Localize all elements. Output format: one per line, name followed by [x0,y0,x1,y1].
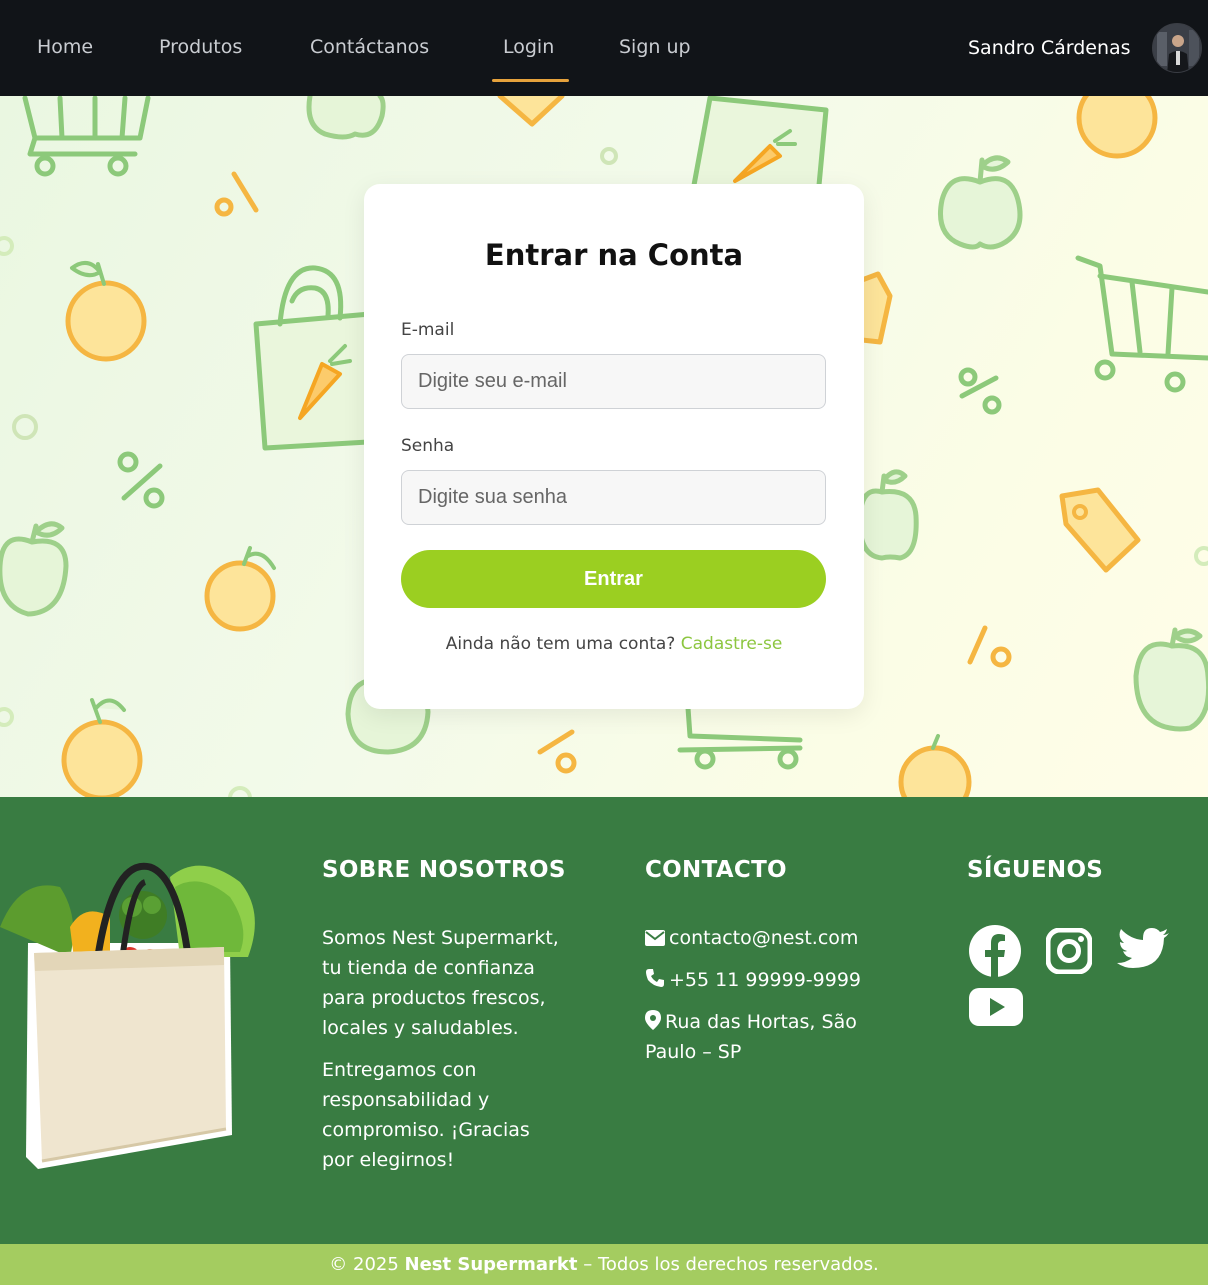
login-submit-button[interactable]: Entrar [401,550,826,608]
nav-login-link[interactable]: Login [503,32,554,62]
about-heading: SOBRE NOSOTROS [322,857,566,883]
signup-prompt-text: Ainda não tem uma conta? [445,634,676,654]
social-heading: SÍGUENOS [967,857,1104,883]
user-avatar[interactable] [1152,23,1202,73]
footer: SOBRE NOSOTROS Somos Nest Supermarkt, tu… [0,797,1208,1244]
twitter-icon[interactable] [1117,928,1169,970]
contact-heading: CONTACTO [645,857,787,883]
contact-email[interactable]: contacto@nest.com [645,923,858,953]
instagram-icon[interactable] [1046,928,1092,974]
envelope-icon [645,930,665,946]
about-paragraph-1: Somos Nest Supermarkt, tu tienda de conf… [322,927,559,1039]
email-label: E-mail [401,320,455,340]
nav-contact-link[interactable]: Contáctanos [310,32,429,62]
youtube-icon[interactable] [969,988,1023,1026]
cart-icon [22,96,151,177]
active-nav-indicator [492,79,569,82]
password-input[interactable] [401,470,826,525]
password-label: Senha [401,436,455,456]
signup-prompt: Ainda não tem uma conta? Cadastre-se [364,634,864,654]
location-pin-icon [645,1010,661,1030]
contact-phone[interactable]: +55 11 99999-9999 [645,965,861,995]
contact-address-text: Rua das Hortas, São Paulo – SP [645,1011,857,1063]
copyright-brand: Nest Supermarkt [404,1254,578,1275]
email-input[interactable] [401,354,826,409]
nav-home-link[interactable]: Home [37,32,93,62]
phone-icon [646,969,664,987]
copyright-bar: © 2025 Nest Supermarkt – Todos los derec… [0,1244,1208,1285]
contact-email-text: contacto@nest.com [669,927,859,949]
nav-products-link[interactable]: Produtos [159,32,242,62]
grocery-bag-image [0,862,255,1169]
top-navbar: Home Produtos Contáctanos Login Sign up … [0,0,1208,96]
contact-phone-text: +55 11 99999-9999 [669,969,862,991]
signup-link[interactable]: Cadastre-se [681,634,783,654]
login-title: Entrar na Conta [484,238,744,272]
nav-signup-link[interactable]: Sign up [619,32,691,62]
user-name[interactable]: Sandro Cárdenas [968,33,1131,63]
copyright-suffix: – Todos los derechos reservados. [583,1254,879,1275]
login-card: Entrar na Conta E-mail Senha Entrar Aind… [364,184,864,709]
facebook-icon[interactable] [969,925,1021,977]
contact-address: Rua das Hortas, São Paulo – SP [645,1007,885,1067]
about-paragraph-2: Entregamos con responsabilidad y comprom… [322,1059,530,1171]
copyright-prefix: © 2025 [329,1254,399,1275]
